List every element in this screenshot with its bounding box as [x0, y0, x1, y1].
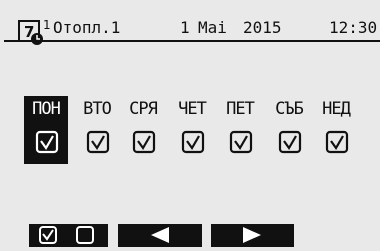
day-label: ПЕТ	[226, 99, 255, 119]
day-2[interactable]: СРЯ	[121, 96, 165, 164]
checked-box-icon[interactable]	[325, 130, 349, 154]
day-label: СРЯ	[129, 99, 158, 119]
checked-box-icon[interactable]	[181, 130, 205, 154]
checked-box-icon[interactable]	[278, 130, 302, 154]
day-1[interactable]: ВТО	[75, 96, 119, 164]
mode-label: Отопл.1	[53, 18, 121, 37]
header-underline	[4, 40, 380, 42]
day-4[interactable]: ПЕТ	[218, 96, 262, 164]
day-6[interactable]: НЕД	[314, 96, 358, 164]
checked-box-icon	[39, 226, 94, 244]
date-year: 2015	[243, 18, 282, 37]
checked-box-icon[interactable]	[229, 130, 253, 154]
date-month: Mai	[198, 18, 227, 37]
day-label: СЪБ	[275, 99, 304, 119]
day-label: ПОН	[32, 99, 61, 119]
screen-number: 1	[43, 18, 51, 32]
day-5[interactable]: СЪБ	[267, 96, 311, 164]
toggle-check-key[interactable]	[29, 224, 108, 247]
day-label: ВТО	[83, 99, 112, 119]
day-3[interactable]: ЧЕТ	[170, 96, 214, 164]
empty-box-icon	[76, 226, 94, 244]
right-arrow-key[interactable]	[211, 224, 294, 247]
date-day: 1	[180, 18, 190, 37]
right-arrow-icon	[243, 227, 261, 243]
day-label: НЕД	[322, 99, 351, 119]
checked-box-icon[interactable]	[132, 130, 156, 154]
left-arrow-icon	[151, 227, 169, 243]
status-header: 7 1 Отопл.1 1 Mai 2015 12:30	[0, 0, 380, 60]
day-0[interactable]: ПОН	[24, 96, 68, 164]
checked-box-icon[interactable]	[35, 130, 59, 154]
left-arrow-key[interactable]	[118, 224, 202, 247]
checked-box-icon[interactable]	[86, 130, 110, 154]
clock-time: 12:30	[329, 18, 378, 37]
day-label: ЧЕТ	[178, 99, 207, 119]
